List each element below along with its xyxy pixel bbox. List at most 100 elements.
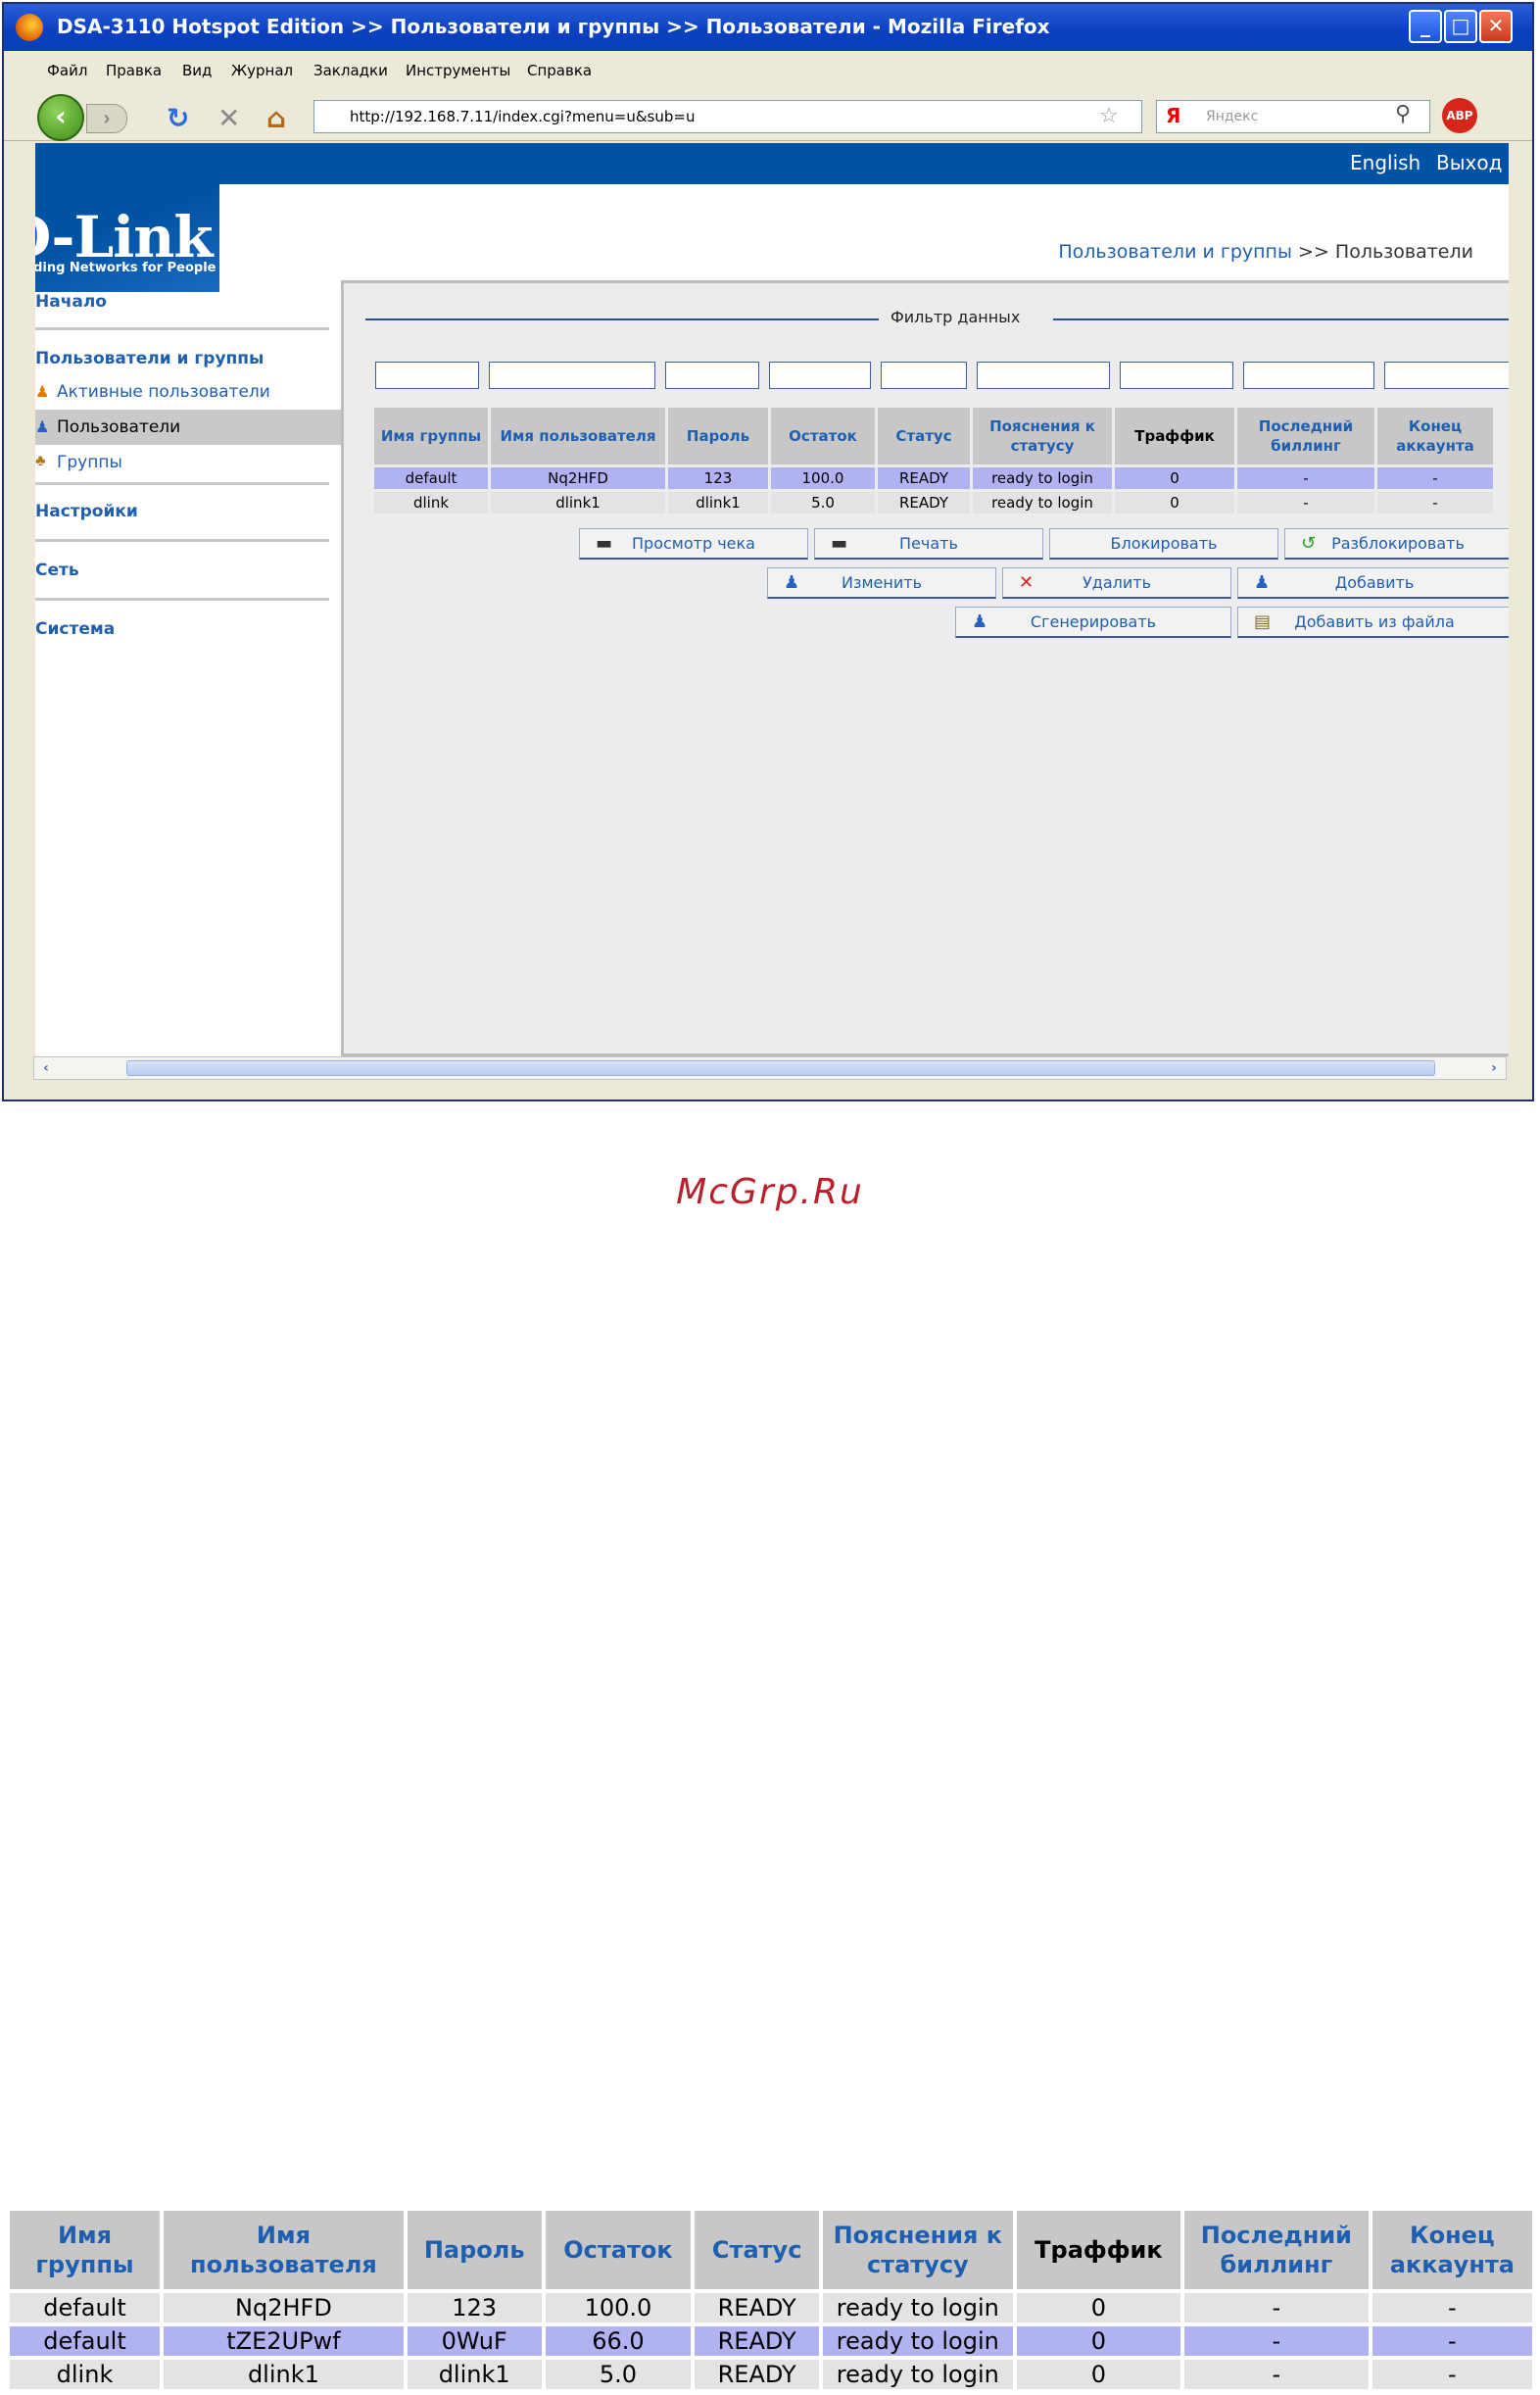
menu-tools[interactable]: Инструменты [406, 62, 510, 79]
scrollbar-thumb[interactable] [126, 1060, 1435, 1076]
table-row[interactable]: dlink dlink1 dlink1 5.0 READY ready to l… [374, 492, 1493, 513]
cell: 0 [1016, 2326, 1181, 2356]
print-label: Печать [899, 534, 958, 553]
col-traffic[interactable]: Траффик [1115, 408, 1234, 464]
horizontal-scrollbar[interactable]: ‹ › [33, 1056, 1507, 1080]
unblock-button[interactable]: ↺ Разблокировать [1284, 528, 1509, 560]
cell: - [1377, 467, 1493, 489]
col-password[interactable]: Пароль [668, 408, 768, 464]
cell: 66.0 [545, 2326, 692, 2356]
menu-view[interactable]: Вид [182, 62, 212, 79]
home-icon[interactable]: ⌂ [266, 102, 286, 134]
cell: dlink1 [668, 492, 768, 513]
sidebar-divider [35, 482, 329, 485]
col-last-billing: Последний биллинг [1184, 2211, 1369, 2289]
logout-link[interactable]: Выход [1436, 151, 1502, 174]
add-button[interactable]: ♟ Добавить [1237, 567, 1509, 599]
cell: - [1184, 2326, 1369, 2356]
filter-input-username[interactable] [489, 362, 655, 389]
filter-input-group[interactable] [375, 362, 479, 389]
search-input[interactable]: Яндекс [1156, 100, 1430, 133]
close-button[interactable]: ✕ [1479, 10, 1513, 43]
search-icon[interactable]: ⚲ [1395, 102, 1411, 126]
reload-icon[interactable]: ↻ [167, 102, 189, 134]
breadcrumb-parent[interactable]: Пользователи и группы [1058, 241, 1292, 263]
groups-icon: ♣ [35, 453, 46, 469]
cell: 100.0 [771, 467, 875, 489]
print-button[interactable]: ▬ Печать [814, 528, 1043, 560]
filter-input-password[interactable] [665, 362, 759, 389]
col-group: Имя группы [10, 2211, 161, 2289]
add-from-file-label: Добавить из файла [1294, 612, 1455, 631]
col-account-end[interactable]: Конец аккаунта [1377, 408, 1493, 464]
menu-bookmarks[interactable]: Закладки [313, 62, 388, 79]
sidebar-item-groups[interactable]: Группы [57, 453, 122, 472]
address-bar[interactable]: http://192.168.7.11/index.cgi?menu=u&sub… [313, 100, 1142, 133]
yandex-icon[interactable]: Я [1166, 104, 1180, 127]
filter-input-last-billing[interactable] [1243, 362, 1374, 389]
users-table: Имя группы Имя пользователя Пароль Остат… [371, 405, 1496, 516]
delete-icon: ✕ [1019, 572, 1035, 593]
maximize-button[interactable]: □ [1444, 10, 1477, 43]
menu-history[interactable]: Журнал [231, 62, 293, 79]
table-header-row: Имя группы Имя пользователя Пароль Остат… [374, 408, 1493, 464]
cell: - [1372, 2293, 1532, 2322]
cell: ready to login [973, 467, 1112, 489]
block-button[interactable]: Блокировать [1049, 528, 1278, 560]
filter-rule-right [1053, 318, 1509, 320]
sidebar-item-settings[interactable]: Настройки [35, 502, 138, 521]
delete-label: Удалить [1083, 573, 1151, 592]
cell: 5.0 [545, 2360, 692, 2389]
cell: 100.0 [545, 2293, 692, 2322]
col-account-end: Конец аккаунта [1372, 2211, 1532, 2289]
cell: 5.0 [771, 492, 875, 513]
back-button[interactable]: ‹ [37, 94, 84, 141]
delete-button[interactable]: ✕ Удалить [1002, 567, 1231, 599]
cell: - [1184, 2293, 1369, 2322]
add-from-file-button[interactable]: ▤ Добавить из файла [1237, 607, 1509, 638]
col-status[interactable]: Статус [878, 408, 970, 464]
sidebar-item-users[interactable]: Пользователи [57, 417, 180, 437]
filter-input-balance[interactable] [769, 362, 871, 389]
view-receipt-label: Просмотр чека [632, 534, 755, 553]
cell: ready to login [822, 2293, 1013, 2322]
col-last-billing[interactable]: Последний биллинг [1237, 408, 1374, 464]
block-label: Блокировать [1110, 534, 1218, 553]
scroll-right-arrow-icon[interactable]: › [1484, 1059, 1504, 1077]
sidebar-item-home[interactable]: Начало [35, 292, 107, 312]
view-receipt-button[interactable]: ▬ Просмотр чека [579, 528, 808, 560]
watermark: McGrp.Ru [676, 1172, 864, 1212]
filter-input-account-end[interactable] [1384, 362, 1509, 389]
sidebar-item-network[interactable]: Сеть [35, 561, 79, 580]
filter-input-status[interactable] [881, 362, 967, 389]
menu-help[interactable]: Справка [527, 62, 592, 79]
col-password: Пароль [407, 2211, 542, 2289]
filter-input-traffic[interactable] [1120, 362, 1233, 389]
menu-edit[interactable]: Правка [106, 62, 162, 79]
table-row[interactable]: default Nq2HFD 123 100.0 READY ready to … [374, 467, 1493, 489]
sidebar-item-active-users[interactable]: Активные пользователи [57, 382, 270, 402]
col-username[interactable]: Имя пользователя [491, 408, 665, 464]
sidebar-item-system[interactable]: Система [35, 619, 115, 639]
breadcrumb-current: Пользователи [1334, 241, 1473, 263]
stop-icon[interactable]: ✕ [217, 102, 240, 134]
filter-input-status-note[interactable] [977, 362, 1110, 389]
table-row: default Nq2HFD 123 100.0 READY ready to … [10, 2293, 1532, 2322]
forward-button[interactable]: › [86, 104, 127, 133]
cell: ready to login [822, 2360, 1013, 2389]
minimize-button[interactable]: _ [1409, 10, 1442, 43]
users-panel: Фильтр данных Имя группы Имя пользовател… [341, 280, 1509, 1056]
generate-button[interactable]: ♟ Сгенерировать [955, 607, 1231, 638]
adblock-plus-icon[interactable]: ABP [1442, 98, 1477, 133]
logo-band: D-Link Building Networks for People [35, 184, 219, 292]
menu-file[interactable]: Файл [47, 62, 87, 79]
col-status-note[interactable]: Пояснения к статусу [973, 408, 1112, 464]
scroll-left-arrow-icon[interactable]: ‹ [36, 1059, 56, 1077]
cell: 123 [668, 467, 768, 489]
bookmark-star-icon[interactable]: ☆ [1099, 104, 1119, 128]
sidebar-item-users-groups[interactable]: Пользователи и группы [35, 349, 264, 368]
col-balance[interactable]: Остаток [771, 408, 875, 464]
english-link[interactable]: English [1350, 151, 1420, 174]
edit-button[interactable]: ♟ Изменить [767, 567, 996, 599]
col-group[interactable]: Имя группы [374, 408, 488, 464]
